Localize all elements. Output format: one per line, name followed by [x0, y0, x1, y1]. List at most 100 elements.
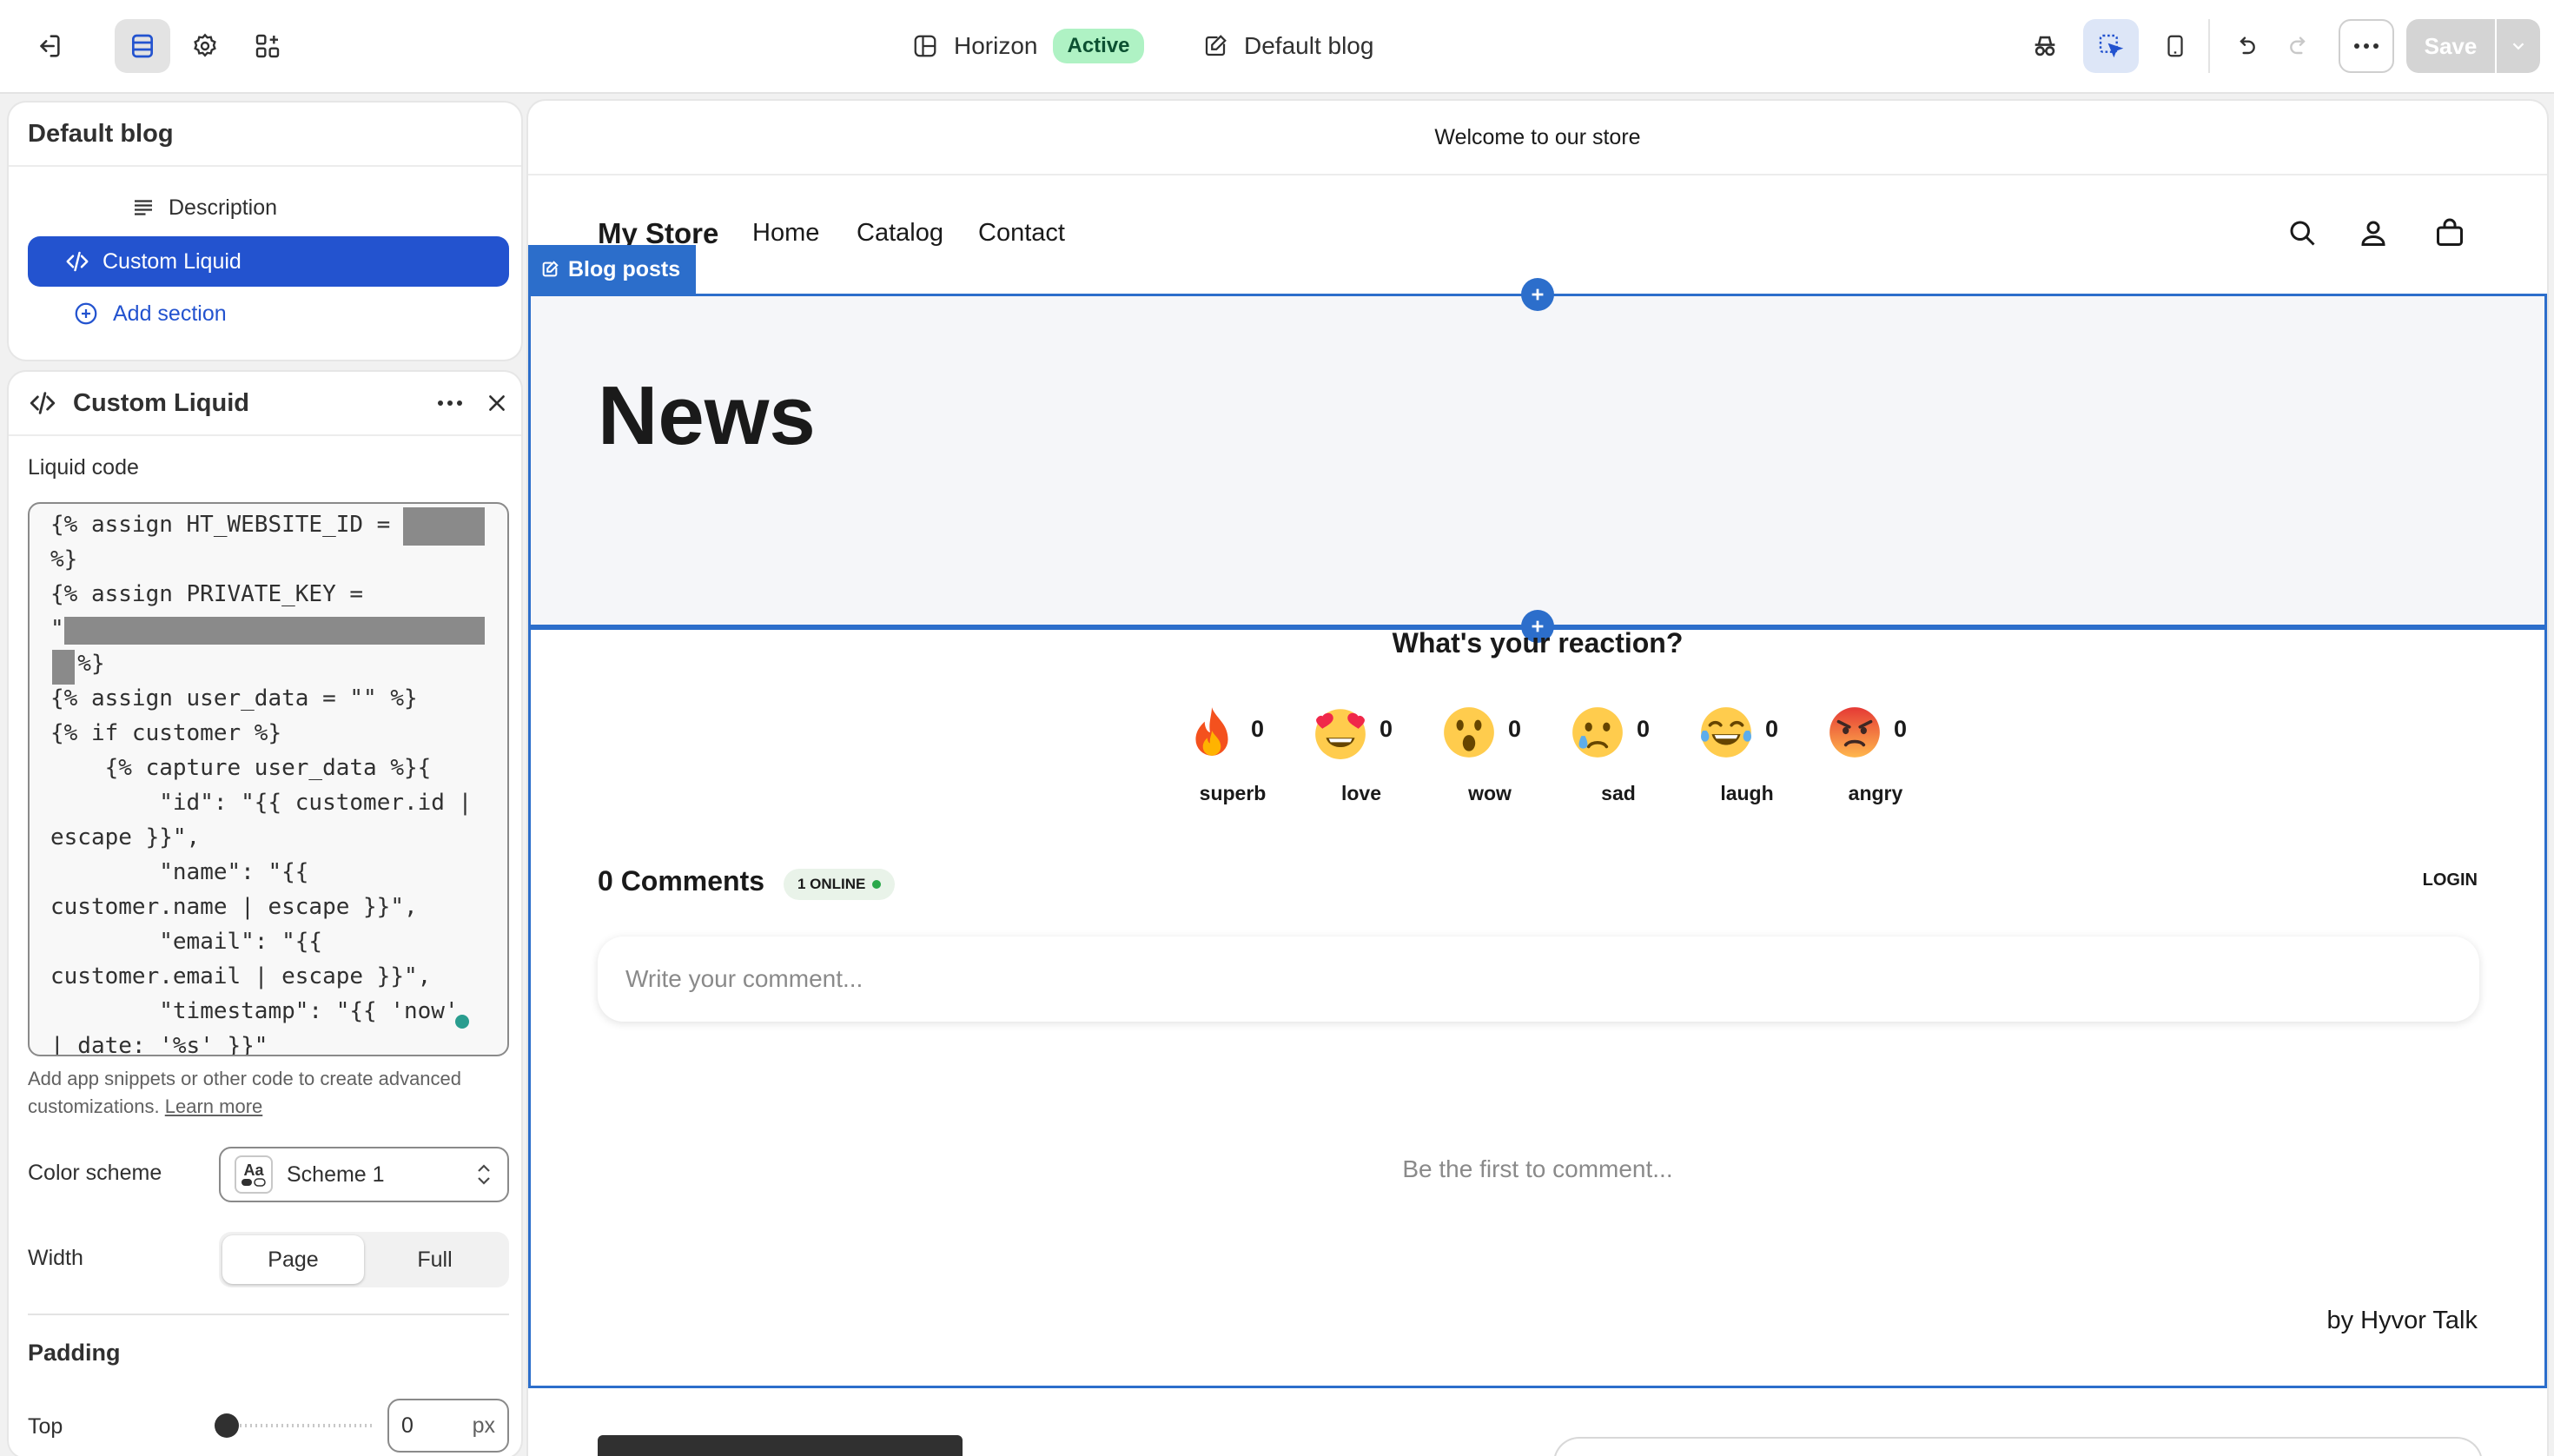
section-item-label: Description [169, 195, 278, 220]
section-item-label: Custom Liquid [103, 248, 242, 274]
active-badge: Active [1053, 29, 1144, 63]
reaction-count: 0 [1637, 716, 1651, 742]
more-actions-button[interactable] [2339, 19, 2394, 73]
reaction-label: wow [1468, 782, 1512, 804]
blog-posts-section-tag[interactable]: Blog posts [528, 245, 697, 294]
nav-link-contact[interactable]: Contact [978, 219, 1065, 248]
sections-icon [132, 34, 153, 58]
width-label: Width [28, 1246, 83, 1270]
theme-settings-button[interactable] [177, 19, 233, 73]
apps-icon [255, 34, 280, 58]
slider-track-icon [215, 1413, 374, 1438]
save-options-button[interactable] [2497, 19, 2540, 73]
chevron-down-icon [2512, 43, 2524, 50]
tears-of-joy-emoji-icon [1701, 707, 1751, 758]
reaction-count: 0 [1380, 716, 1393, 742]
blog-posts-section-outline[interactable] [528, 294, 2547, 627]
add-section-button[interactable]: Add section [28, 288, 509, 339]
liquid-code-label: Liquid code [28, 455, 139, 480]
plus-circle-icon [75, 302, 97, 325]
width-option-full[interactable]: Full [364, 1235, 506, 1284]
undo-icon [2240, 36, 2255, 55]
template-name: Default blog [1244, 32, 1374, 59]
inspector-button[interactable] [2017, 19, 2073, 73]
sad-tear-emoji-icon [1572, 707, 1623, 758]
liquid-code-text: {% assign HT_WEBSITE_ID = %} {% assign P… [50, 512, 473, 1056]
section-settings-panel: Custom Liquid Liquid code {% assign HT_W… [9, 372, 521, 1456]
nav-link-catalog[interactable]: Catalog [857, 219, 943, 248]
reaction-label: sad [1601, 782, 1636, 804]
select-element-button[interactable] [2083, 19, 2139, 73]
toolbar-divider [2208, 19, 2210, 73]
liquid-code-editor[interactable]: {% assign HT_WEBSITE_ID = %} {% assign P… [28, 502, 509, 1056]
redo-button[interactable] [2273, 19, 2328, 73]
redacted-private-key [64, 617, 485, 645]
comments-count-heading: 0 Comments [598, 865, 765, 897]
comment-input[interactable]: Write your comment... [598, 936, 2479, 1022]
settings-divider [28, 1314, 509, 1315]
nav-link-home[interactable]: Home [752, 219, 819, 248]
section-item-description[interactable]: Description [28, 182, 509, 233]
layout-icon [914, 35, 936, 57]
close-settings-button[interactable] [480, 386, 514, 420]
reaction-count: 0 [1894, 716, 1908, 742]
announcement-bar: Welcome to our store [528, 101, 2547, 175]
page-title: News [598, 369, 816, 462]
search-button[interactable] [2286, 217, 2318, 248]
cursor-select-icon [2099, 34, 2124, 58]
reaction-count: 0 [1765, 716, 1779, 742]
powered-by-link[interactable]: by Hyvor Talk [2326, 1307, 2478, 1335]
redo-icon [2290, 36, 2306, 55]
template-selector[interactable]: Default blog [1202, 19, 1373, 73]
width-option-page[interactable]: Page [222, 1235, 364, 1284]
settings-more-button[interactable] [433, 386, 467, 420]
exit-button[interactable] [21, 19, 76, 73]
redacted-private-key-end [52, 650, 75, 685]
astonished-emoji-icon [1444, 707, 1494, 758]
undo-button[interactable] [2217, 19, 2273, 73]
sections-mode-button[interactable] [115, 19, 170, 73]
more-horizontal-icon [2354, 43, 2379, 49]
reaction-question: What's your reaction? [1392, 627, 1684, 659]
add-section-label: Add section [113, 301, 227, 326]
next-section-heading-clipped [598, 1435, 963, 1456]
online-badge-text: 1 ONLINE [797, 876, 866, 892]
top-bar: Horizon Active Default blog Save [0, 0, 2554, 94]
account-button[interactable] [2358, 217, 2389, 248]
empty-comments-message: Be the first to comment... [1402, 1155, 1673, 1182]
color-scheme-select[interactable]: Aa Scheme 1 [219, 1147, 509, 1202]
liquid-help-text: Add app snippets or other code to create… [28, 1065, 514, 1121]
exit-icon [40, 35, 60, 57]
text-lines-icon [135, 200, 152, 215]
save-button[interactable]: Save [2406, 19, 2495, 73]
reaction-count: 0 [1251, 716, 1265, 742]
padding-top-input[interactable]: 0 px [387, 1399, 509, 1453]
sections-panel-title: Default blog [9, 103, 521, 167]
color-scheme-label: Color scheme [28, 1161, 162, 1185]
reaction-label: love [1340, 782, 1382, 804]
mobile-icon [2167, 35, 2183, 57]
login-link[interactable]: LOGIN [2423, 870, 2478, 890]
reaction-label: angry [1848, 782, 1903, 804]
edit-page-icon [542, 261, 559, 277]
padding-top-unit: px [472, 1413, 495, 1438]
learn-more-link[interactable]: Learn more [165, 1095, 263, 1117]
incognito-icon [2035, 36, 2055, 56]
code-icon [30, 392, 56, 414]
cart-button[interactable] [2434, 217, 2465, 248]
grammarly-dot [455, 1015, 469, 1029]
code-icon [66, 251, 89, 272]
mobile-preview-button[interactable] [2147, 19, 2203, 73]
reaction-label: laugh [1720, 782, 1774, 804]
next-section-input-clipped [1553, 1437, 2483, 1456]
theme-indicator[interactable]: Horizon Active [912, 19, 1144, 73]
edit-page-icon [1205, 35, 1227, 56]
app-embeds-button[interactable] [240, 19, 295, 73]
color-scheme-swatch-icon: Aa [235, 1155, 273, 1194]
width-toggle: Page Full [219, 1232, 509, 1287]
swatch-text: Aa [243, 1161, 264, 1179]
fire-emoji-icon [1195, 707, 1228, 756]
padding-top-slider[interactable] [214, 1413, 375, 1439]
add-section-above-button[interactable] [1521, 278, 1554, 311]
section-item-custom-liquid[interactable]: Custom Liquid [28, 236, 509, 287]
